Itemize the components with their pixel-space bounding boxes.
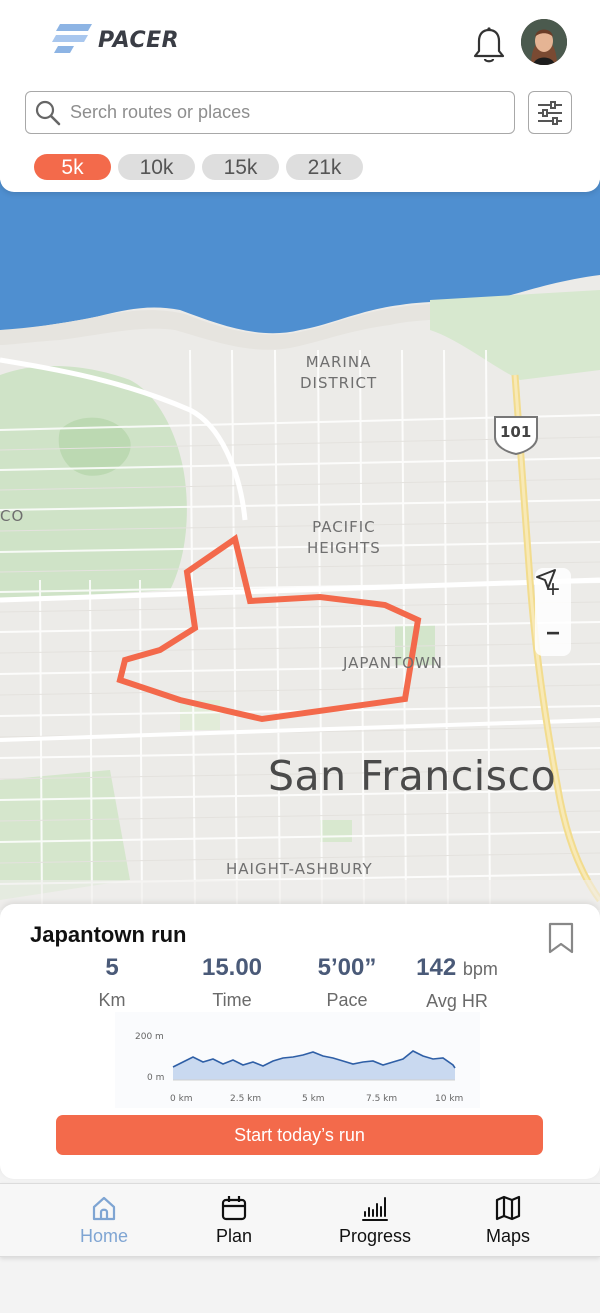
map-label-marina: MARINA DISTRICT [300,353,378,392]
stat-hr-label: Avg HR [426,991,488,1011]
nav-item-maps[interactable]: Maps [453,1194,563,1247]
route-title: Japantown run [30,922,187,947]
zoom-out-button[interactable]: − [546,622,560,646]
filter-button[interactable] [528,91,572,134]
elev-x-10: 10 km [435,1094,463,1104]
elev-x-7-5: 7.5 km [366,1094,397,1104]
stat-time: 15.00 Time [172,954,292,1011]
nav-item-progress[interactable]: Progress [320,1194,430,1247]
nav-item-home[interactable]: Home [49,1194,159,1247]
search-input[interactable] [70,102,490,123]
stat-time-value: 15.00 [201,954,263,981]
chip-5k[interactable]: 5k [34,154,111,180]
app-header: PACER 5k 10k [0,0,600,192]
nav-label-maps: Maps [485,1226,530,1246]
chip-21k[interactable]: 21k [286,154,363,180]
stat-hr-value: 142 [416,954,457,981]
route-summary-card: Japantown run 5 Km 15.00 Time 5’00” Pace… [0,904,600,1179]
chip-10k[interactable]: 10k [118,154,195,180]
stat-pace: 5’00” Pace [287,954,407,1011]
app-logo[interactable]: PACER [50,22,179,58]
avatar-image [521,19,567,65]
stat-heart-rate: 142 bpm Avg HR [397,954,517,1012]
elev-x-0: 0 km [170,1094,193,1104]
nav-label-plan: Plan [215,1226,253,1246]
map-controls: + − [535,568,571,656]
search-icon [35,100,61,125]
map-icon [495,1195,521,1221]
map-label-pacific-heights: PACIFIC HEIGHTS [307,518,381,557]
locate-me-icon[interactable] [535,568,557,590]
map-canvas [0,180,600,910]
notification-bell-icon[interactable] [472,26,506,64]
pacer-logo-icon [52,24,92,53]
map-label-city: San Francisco [268,752,557,800]
nav-label-home: Home [79,1226,128,1246]
sliders-icon [538,100,562,125]
bookmark-icon[interactable] [547,922,575,954]
bottom-nav: Home Plan Progress Maps [0,1183,600,1257]
search-bar[interactable] [25,91,515,134]
nav-label-progress: Progress [338,1226,412,1246]
elev-y-0: 0 m [147,1073,164,1083]
highway-101-label: 101 [500,423,532,441]
progress-icon [362,1197,388,1221]
route-map[interactable]: MARINA DISTRICT PACIFIC HEIGHTS JAPANTOW… [0,180,600,910]
start-run-button[interactable]: Start today’s run [56,1115,543,1155]
stat-distance-value: 5 [105,954,119,981]
stat-time-label: Time [212,990,252,1010]
elev-x-2-5: 2.5 km [230,1094,261,1104]
elevation-chart: 200 m 0 m 0 km 2.5 km 5 km 7.5 km 10 km [115,1012,480,1108]
elev-x-5: 5 km [302,1094,325,1104]
distance-chips: 5k 10k 15k 21k [34,154,363,180]
stat-pace-label: Pace [326,990,368,1010]
map-label-edge: CO [0,507,25,525]
map-label-haight-ashbury: HAIGHT-ASHBURY [226,860,373,878]
home-icon [92,1196,116,1221]
stat-distance-label: Km [98,990,126,1010]
chip-15k[interactable]: 15k [202,154,279,180]
stat-hr-unit: bpm [462,959,498,979]
user-avatar[interactable] [521,19,567,65]
map-label-japantown: JAPANTOWN [343,654,444,672]
calendar-icon [221,1196,247,1221]
stat-pace-value: 5’00” [317,954,377,981]
stat-distance: 5 Km [52,954,172,1011]
elev-y-200: 200 m [135,1032,164,1042]
app-name: PACER [98,27,180,53]
nav-item-plan[interactable]: Plan [179,1194,289,1247]
